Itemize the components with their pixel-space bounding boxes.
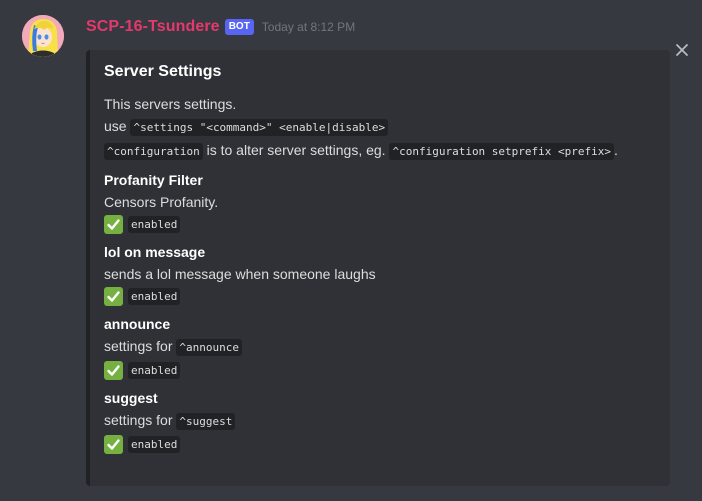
settings-command-code: ^settings "<command>" <enable|disable> [130, 119, 389, 136]
field-value-code: ^suggest [176, 413, 236, 430]
message-timestamp: Today at 8:12 PM [261, 20, 356, 34]
field-announce: announce settings for ^announce enabled [104, 315, 658, 381]
field-status: enabled [104, 285, 658, 307]
field-name: announce [104, 316, 171, 332]
field-value: settings for ^suggest [104, 409, 658, 433]
description-line-2: use ^settings "<command>" <enable|disabl… [104, 115, 658, 139]
bot-avatar[interactable] [22, 15, 64, 57]
field-status: enabled [104, 359, 658, 381]
field-name: Profanity Filter [104, 172, 203, 188]
field-status: enabled [104, 433, 658, 455]
field-profanity-filter: Profanity Filter Censors Profanity. enab… [104, 171, 658, 235]
embed-fields: Profanity Filter Censors Profanity. enab… [104, 171, 658, 455]
description-use-word: use [104, 118, 127, 134]
chat-message: SCP-16-Tsundere BOT Today at 8:12 PM Ser… [0, 0, 702, 501]
close-icon[interactable] [674, 42, 690, 58]
field-value-code: ^announce [176, 339, 242, 356]
field-name: suggest [104, 390, 158, 406]
description-line-1: This servers settings. [104, 96, 237, 112]
description-line-3: ^configuration is to alter server settin… [104, 139, 658, 163]
settings-embed: Server Settings This servers settings. u… [86, 50, 670, 486]
field-value: settings for ^announce [104, 335, 658, 359]
status-code: enabled [128, 361, 181, 379]
field-value-text: Censors Profanity. [104, 194, 219, 210]
bot-badge: BOT [224, 19, 254, 35]
check-mark-icon [104, 434, 123, 454]
field-value-text: settings for [104, 412, 173, 428]
message-header: SCP-16-Tsundere BOT Today at 8:12 PM [86, 15, 355, 39]
anime-avatar-icon [22, 15, 64, 57]
status-code: enabled [128, 435, 181, 453]
description-middle-text: is to alter server settings, eg. [206, 142, 386, 158]
status-code: enabled [128, 215, 181, 233]
field-value: sends a lol message when someone laughs [104, 263, 658, 285]
status-code: enabled [128, 287, 181, 305]
field-suggest: suggest settings for ^suggest enabled [104, 389, 658, 455]
configuration-command-code: ^configuration [104, 143, 203, 160]
check-mark-icon [104, 214, 123, 234]
configuration-example-code: ^configuration setprefix <prefix> [389, 143, 615, 160]
description-end-period: . [614, 142, 618, 158]
field-status: enabled [104, 213, 658, 235]
check-mark-icon [104, 360, 123, 380]
embed-title: Server Settings [104, 63, 222, 80]
field-value-text: sends a lol message when someone laughs [104, 266, 376, 282]
embed-description: This servers settings. use ^settings "<c… [104, 93, 658, 163]
field-name: lol on message [104, 244, 206, 260]
username[interactable]: SCP-16-Tsundere [86, 18, 220, 36]
field-value: Censors Profanity. [104, 191, 658, 213]
field-value-text: settings for [104, 338, 173, 354]
check-mark-icon [104, 286, 123, 306]
field-lol-on-message: lol on message sends a lol message when … [104, 243, 658, 307]
embed-content: Server Settings This servers settings. u… [104, 62, 658, 455]
